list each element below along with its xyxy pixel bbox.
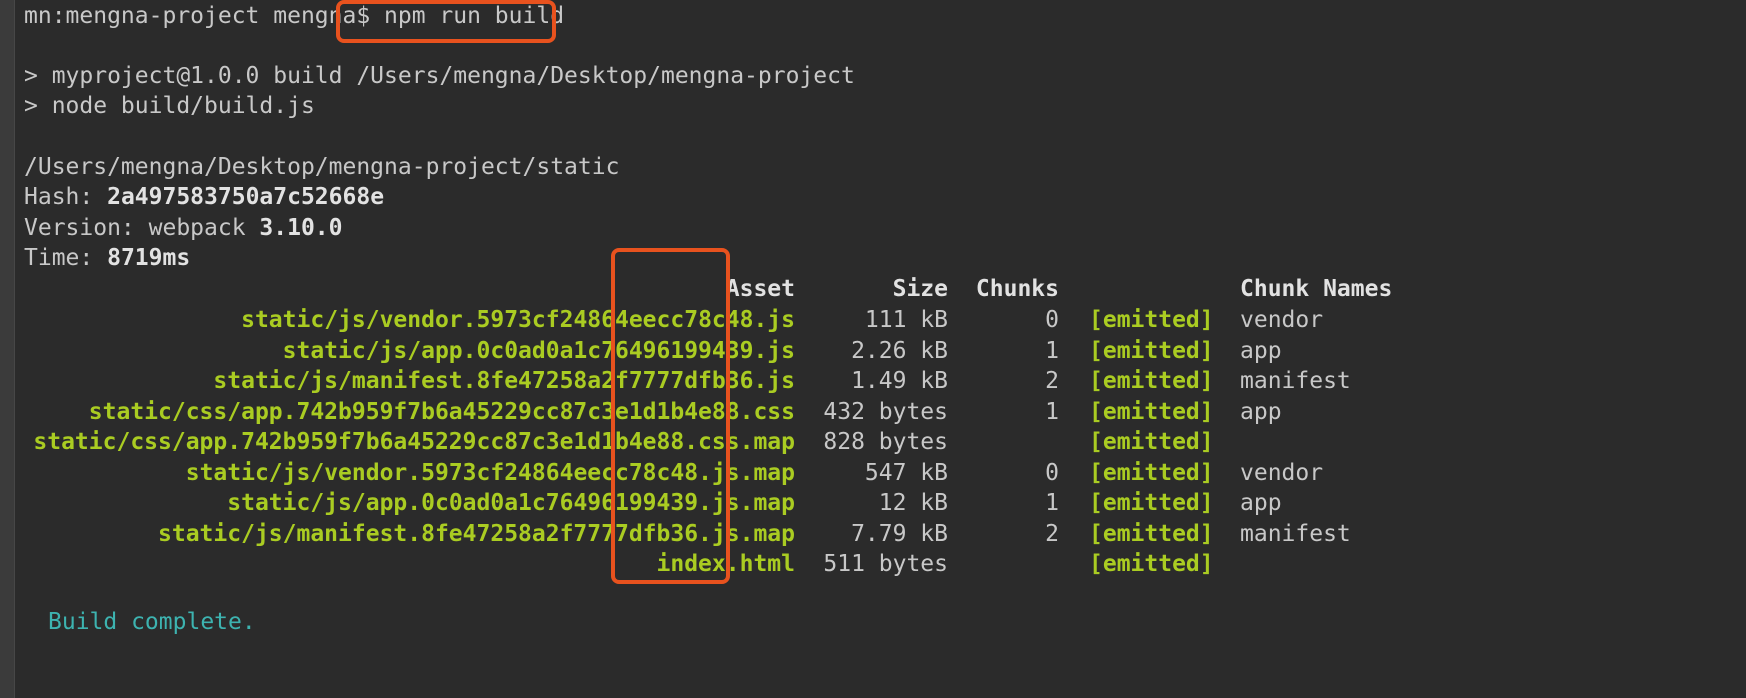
table-row: static/js/vendor.5973cf24864eecc78c48.js…: [24, 457, 1724, 489]
chunks-cell: 2: [1045, 520, 1059, 547]
emitted-cell: [emitted]: [1089, 398, 1214, 425]
editor-gutter: [0, 0, 15, 698]
header-chunks: Chunks: [975, 276, 1059, 302]
chunk-name-cell: vendor: [1240, 459, 1324, 486]
time-label: Time:: [24, 245, 108, 271]
chunk-name-cell: app: [1240, 398, 1282, 425]
time-value: 8719ms: [107, 245, 191, 271]
chunks-cell: 0: [1045, 459, 1059, 486]
size-cell: 547 kB: [864, 459, 948, 486]
hash-line: Hash: 2a497583750a7c52668e: [24, 181, 384, 213]
version-value: 3.10.0: [259, 215, 343, 241]
chunks-cell: 1: [1045, 490, 1059, 516]
table-row: static/js/manifest.8fe47258a2f7777dfb36.…: [24, 365, 1724, 397]
prompt-user-host: mn:mengna-project mengna$: [24, 3, 385, 29]
chunks-cell: 1: [1045, 337, 1059, 364]
table-row: static/css/app.742b959f7b6a45229cc87c3e1…: [24, 396, 1724, 428]
table-row: static/css/app.742b959f7b6a45229cc87c3e1…: [24, 426, 1724, 458]
chunks-cell: 0: [1045, 307, 1059, 333]
hash-label: Hash:: [24, 184, 108, 210]
emitted-cell: [emitted]: [1089, 337, 1214, 364]
emitted-cell: [emitted]: [1089, 368, 1214, 394]
emitted-cell: [emitted]: [1089, 459, 1214, 486]
size-cell: 1.49 kB: [851, 368, 948, 394]
chunks-cell: 1: [1045, 398, 1059, 425]
table-row: static/js/app.0c0ad0a1c76496199439.js 2.2…: [24, 335, 1724, 367]
size-cell: 511 bytes: [823, 551, 948, 577]
table-row: static/js/vendor.5973cf24864eecc78c48.js…: [24, 304, 1724, 336]
size-cell: 432 bytes: [823, 398, 948, 425]
build-complete-message: Build complete.: [48, 609, 256, 635]
size-cell: 111 kB: [864, 307, 948, 333]
hash-value: 2a497583750a7c52668e: [107, 184, 385, 210]
chunk-name-cell: app: [1240, 337, 1282, 364]
version-line: Version: webpack 3.10.0: [24, 212, 343, 244]
header-chunk-names: Chunk Names: [1240, 276, 1393, 302]
chunk-name-cell: manifest: [1240, 520, 1351, 547]
output-path: /Users/mengna/Desktop/mengna-project/sta…: [24, 154, 620, 180]
time-line: Time: 8719ms: [24, 242, 190, 274]
script-line: > myproject@1.0.0 build /Users/mengna/De…: [24, 63, 855, 89]
size-cell: 828 bytes: [823, 429, 948, 455]
table-row: static/js/app.0c0ad0a1c76496199439.js.ma…: [24, 487, 1724, 519]
terminal-output[interactable]: mn:mengna-project mengna$ npm run build …: [24, 0, 1746, 698]
script-line: > node build/build.js: [24, 93, 315, 119]
command-highlight-box: [336, 0, 556, 43]
emitted-cell: [emitted]: [1089, 551, 1214, 577]
chunk-name-cell: manifest: [1240, 368, 1351, 394]
table-row: index.html 511 bytes [emitted]: [24, 548, 1724, 580]
emitted-cell: [emitted]: [1089, 429, 1214, 455]
size-cell: 7.79 kB: [851, 520, 948, 547]
chunk-name-cell: app: [1240, 490, 1282, 516]
version-label: Version: webpack: [24, 215, 260, 241]
size-cell: 12 kB: [878, 490, 948, 516]
chunks-cell: 2: [1045, 368, 1059, 394]
chunk-name-cell: vendor: [1240, 307, 1324, 333]
size-cell: 2.26 kB: [851, 337, 948, 364]
header-size: Size: [892, 276, 948, 302]
emitted-cell: [emitted]: [1089, 490, 1214, 516]
asset-column-highlight-box: [611, 248, 730, 584]
emitted-cell: [emitted]: [1089, 307, 1214, 333]
emitted-cell: [emitted]: [1089, 520, 1214, 547]
header-asset: Asset: [725, 276, 795, 302]
table-header: Asset Size Chunks Chunk Names: [24, 273, 1724, 305]
table-row: static/js/manifest.8fe47258a2f7777dfb36.…: [24, 518, 1724, 550]
